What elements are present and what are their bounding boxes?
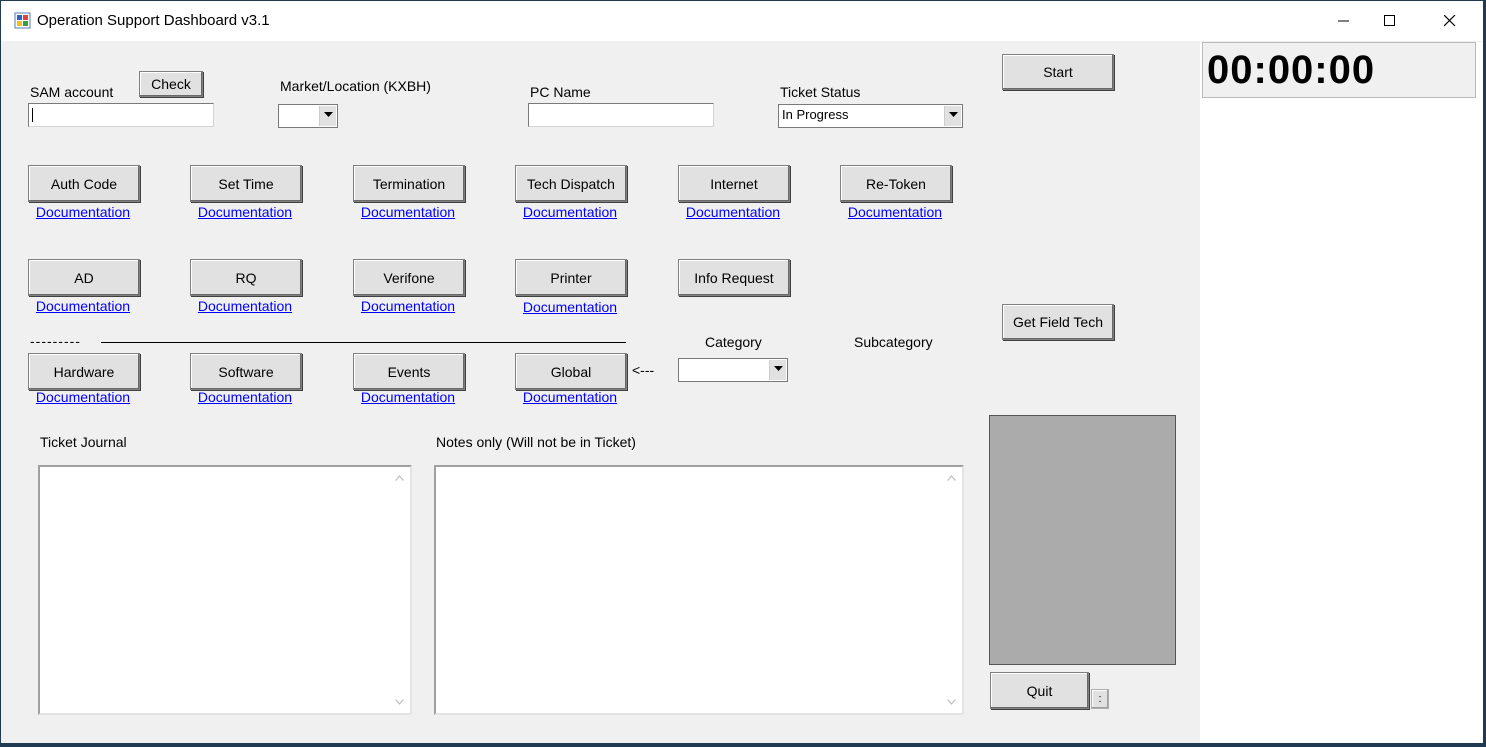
sam-account-input[interactable] bbox=[28, 103, 214, 127]
right-panel bbox=[1200, 42, 1483, 743]
minimize-icon bbox=[1338, 20, 1349, 22]
info-request-button[interactable]: Info Request bbox=[678, 259, 790, 296]
notes-textarea[interactable] bbox=[434, 465, 964, 715]
auth-code-button[interactable]: Auth Code bbox=[28, 165, 140, 202]
close-button[interactable] bbox=[1427, 1, 1473, 41]
internet-documentation-link[interactable]: Documentation bbox=[677, 204, 789, 220]
set-time-documentation-link[interactable]: Documentation bbox=[189, 204, 301, 220]
termination-documentation-link[interactable]: Documentation bbox=[352, 204, 464, 220]
ticket-status-label: Ticket Status bbox=[780, 84, 861, 100]
arrow-indicator: <--- bbox=[632, 362, 655, 378]
set-time-button[interactable]: Set Time bbox=[190, 165, 302, 202]
tech-dispatch-button[interactable]: Tech Dispatch bbox=[515, 165, 627, 202]
divider-line bbox=[101, 342, 626, 343]
pc-name-input[interactable] bbox=[528, 103, 714, 127]
subcategory-label: Subcategory bbox=[854, 334, 933, 350]
app-icon bbox=[14, 12, 31, 29]
dropdown-arrow[interactable] bbox=[944, 106, 961, 126]
printer-documentation-link[interactable]: Documentation bbox=[514, 299, 626, 315]
title-bar: Operation Support Dashboard v3.1 bbox=[1, 1, 1483, 41]
re-token-documentation-link[interactable]: Documentation bbox=[839, 204, 951, 220]
divider-dashes: --------- bbox=[30, 333, 81, 349]
rq-button[interactable]: RQ bbox=[190, 259, 302, 296]
category-select[interactable] bbox=[678, 358, 788, 382]
tech-dispatch-documentation-link[interactable]: Documentation bbox=[514, 204, 626, 220]
market-location-label: Market/Location (KXBH) bbox=[280, 78, 431, 94]
notes-scrollbar[interactable] bbox=[943, 467, 960, 713]
chevron-down-icon bbox=[949, 112, 958, 117]
ticket-status-value: In Progress bbox=[782, 107, 849, 122]
text-caret bbox=[32, 108, 33, 122]
scroll-up-icon[interactable] bbox=[947, 475, 956, 481]
check-button[interactable]: Check bbox=[139, 71, 203, 97]
events-button[interactable]: Events bbox=[353, 353, 465, 390]
chevron-down-icon bbox=[774, 366, 783, 371]
minimize-button[interactable] bbox=[1321, 1, 1367, 41]
software-documentation-link[interactable]: Documentation bbox=[189, 389, 301, 405]
small-options-button[interactable]: : bbox=[1091, 689, 1109, 709]
notes-label: Notes only (Will not be in Ticket) bbox=[436, 434, 636, 450]
hardware-documentation-link[interactable]: Documentation bbox=[27, 389, 139, 405]
scroll-down-icon[interactable] bbox=[395, 699, 404, 705]
global-button[interactable]: Global bbox=[515, 353, 627, 390]
internet-button[interactable]: Internet bbox=[678, 165, 790, 202]
sam-account-label: SAM account bbox=[30, 84, 114, 100]
timer-display: 00:00:00 bbox=[1207, 48, 1376, 92]
rq-documentation-link[interactable]: Documentation bbox=[189, 298, 301, 314]
get-field-tech-button[interactable]: Get Field Tech bbox=[1002, 304, 1114, 340]
timer-box: 00:00:00 bbox=[1202, 42, 1476, 98]
re-token-button[interactable]: Re-Token bbox=[840, 165, 952, 202]
category-label: Category bbox=[705, 334, 762, 350]
ticket-journal-scrollbar[interactable] bbox=[391, 467, 408, 713]
start-button[interactable]: Start bbox=[1002, 54, 1114, 90]
scroll-down-icon[interactable] bbox=[947, 699, 956, 705]
termination-button[interactable]: Termination bbox=[353, 165, 465, 202]
pc-name-label: PC Name bbox=[530, 84, 591, 100]
events-documentation-link[interactable]: Documentation bbox=[352, 389, 464, 405]
close-icon bbox=[1444, 15, 1456, 27]
image-panel bbox=[989, 415, 1176, 665]
ticket-journal-textarea[interactable] bbox=[38, 465, 412, 715]
software-button[interactable]: Software bbox=[190, 353, 302, 390]
maximize-button[interactable] bbox=[1367, 1, 1413, 41]
dropdown-arrow[interactable] bbox=[319, 106, 336, 126]
chevron-down-icon bbox=[324, 112, 333, 117]
quit-button[interactable]: Quit bbox=[990, 672, 1089, 709]
hardware-button[interactable]: Hardware bbox=[28, 353, 140, 390]
app-window: Operation Support Dashboard v3.1 SAM acc… bbox=[1, 1, 1483, 743]
verifone-button[interactable]: Verifone bbox=[353, 259, 465, 296]
verifone-documentation-link[interactable]: Documentation bbox=[352, 298, 464, 314]
market-location-select[interactable] bbox=[278, 104, 338, 128]
window-title: Operation Support Dashboard v3.1 bbox=[37, 12, 270, 29]
printer-button[interactable]: Printer bbox=[515, 259, 627, 296]
ad-button[interactable]: AD bbox=[28, 259, 140, 296]
global-documentation-link[interactable]: Documentation bbox=[514, 389, 626, 405]
scroll-up-icon[interactable] bbox=[395, 475, 404, 481]
maximize-icon bbox=[1384, 15, 1395, 26]
dropdown-arrow[interactable] bbox=[769, 360, 786, 380]
ad-documentation-link[interactable]: Documentation bbox=[27, 298, 139, 314]
ticket-status-select[interactable]: In Progress bbox=[778, 104, 963, 128]
auth-code-documentation-link[interactable]: Documentation bbox=[27, 204, 139, 220]
ticket-journal-label: Ticket Journal bbox=[40, 434, 127, 450]
